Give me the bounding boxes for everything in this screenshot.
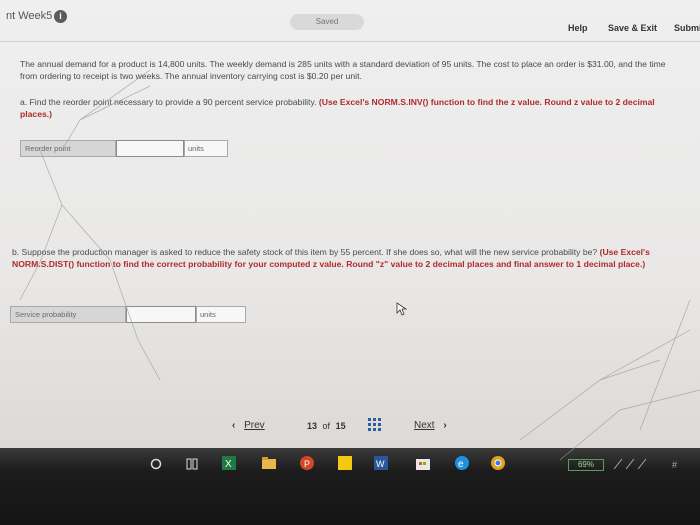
save-exit-button[interactable]: Save & Exit <box>608 23 657 33</box>
page-indicator: 13 of 15 <box>307 421 346 431</box>
svg-text:W: W <box>376 459 385 469</box>
help-button[interactable]: Help <box>568 23 588 33</box>
problem-text: The annual demand for a product is 14,80… <box>20 59 666 81</box>
screen: nt Week5 i Saved Help Save & Exit Submi … <box>0 0 700 448</box>
chevron-right-icon: › <box>443 420 447 431</box>
saved-status: Saved <box>290 14 364 30</box>
service-probability-row: Service probability units <box>10 306 246 323</box>
file-explorer-icon[interactable] <box>262 456 276 470</box>
word-icon[interactable]: W <box>374 456 388 470</box>
taskbar: X P W e 69% # <box>0 448 700 525</box>
service-probability-input[interactable] <box>126 306 196 323</box>
reorder-point-label: Reorder point <box>20 140 116 157</box>
part-a-text: a. Find the reorder point necessary to p… <box>20 97 317 107</box>
store-icon[interactable] <box>416 456 430 470</box>
prev-label: Prev <box>244 420 265 431</box>
prev-button[interactable]: ‹ Prev <box>232 420 265 431</box>
powerpoint-icon[interactable]: P <box>300 456 314 470</box>
next-button[interactable]: Next › <box>414 420 447 431</box>
reorder-point-units: units <box>184 140 228 157</box>
current-page: 13 <box>307 421 318 431</box>
submit-button[interactable]: Submi <box>674 23 700 33</box>
reorder-point-input[interactable] <box>116 140 184 157</box>
top-bar: nt Week5 i Saved Help Save & Exit Submi <box>0 0 700 42</box>
svg-text:X: X <box>225 459 232 470</box>
excel-icon[interactable]: X <box>222 456 236 470</box>
chevron-left-icon: ‹ <box>232 420 236 431</box>
week-label: nt Week5 <box>6 10 53 22</box>
grid-icon[interactable] <box>368 418 382 432</box>
edge-icon[interactable]: e <box>454 455 470 471</box>
svg-text:e: e <box>458 459 464 470</box>
battery-indicator[interactable]: 69% <box>568 459 604 471</box>
next-label: Next <box>414 420 435 431</box>
sticky-notes-icon[interactable] <box>338 456 352 470</box>
page-of: of <box>322 421 331 431</box>
svg-text:#: # <box>672 460 677 470</box>
part-b: b. Suppose the production manager is ask… <box>12 246 692 270</box>
system-tray-icons[interactable]: # <box>612 457 692 471</box>
part-b-text: b. Suppose the production manager is ask… <box>12 247 598 257</box>
part-a: a. Find the reorder point necessary to p… <box>20 96 680 120</box>
service-probability-units: units <box>196 306 246 323</box>
mouse-cursor-icon <box>396 302 408 316</box>
info-icon[interactable]: i <box>54 10 67 23</box>
task-view-icon[interactable] <box>186 458 198 470</box>
reorder-point-row: Reorder point units <box>20 140 228 157</box>
service-probability-label: Service probability <box>10 306 126 323</box>
total-pages: 15 <box>335 421 346 431</box>
problem-intro: The annual demand for a product is 14,80… <box>20 58 685 82</box>
chrome-icon[interactable] <box>490 455 506 471</box>
svg-text:P: P <box>304 459 310 469</box>
search-icon[interactable] <box>150 458 162 470</box>
